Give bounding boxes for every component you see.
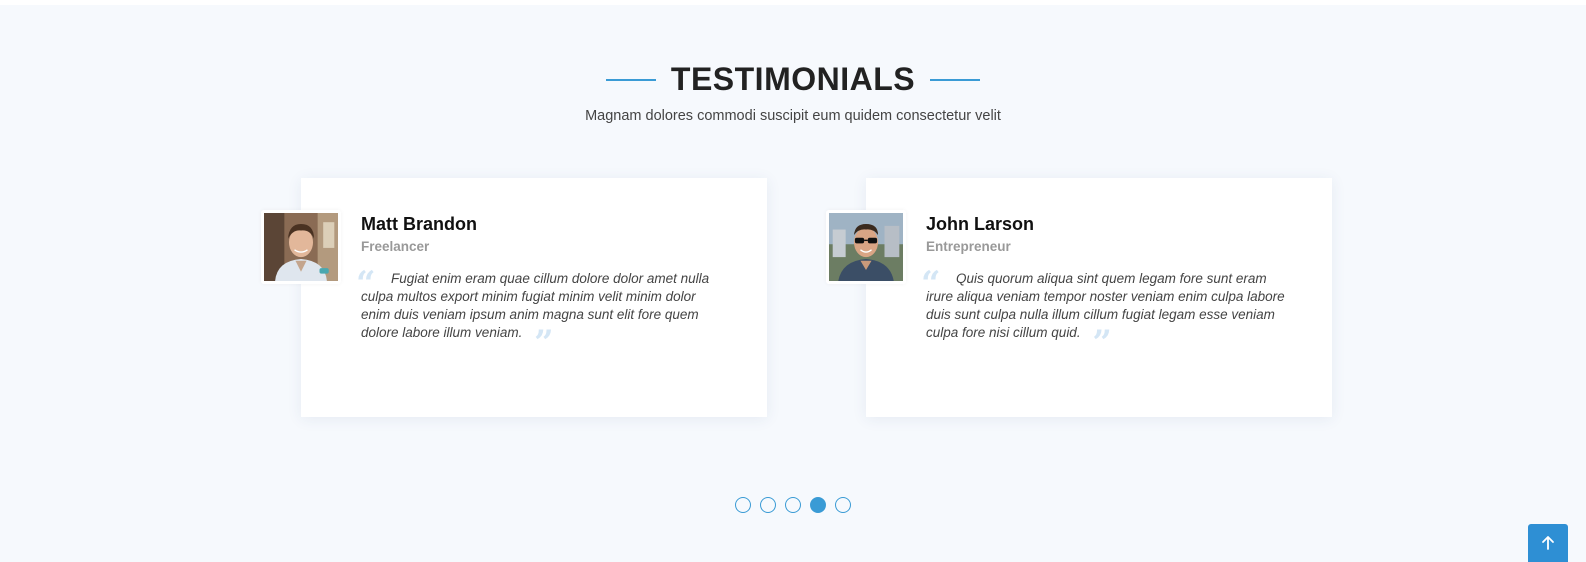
arrow-up-icon: [1542, 536, 1554, 550]
title-divider-right: [930, 78, 981, 81]
testimonial-card: Matt Brandon Freelancer “ Fugiat enim er…: [261, 178, 767, 417]
pagination-dot-1[interactable]: [735, 497, 751, 513]
pagination-dot-3[interactable]: [785, 497, 801, 513]
avatar-image: [264, 213, 338, 281]
pagination-dot-5[interactable]: [835, 497, 851, 513]
testimonial-name: Matt Brandon: [361, 214, 477, 234]
testimonials-section: TESTIMONIALS Magnam dolores commodi susc…: [0, 5, 1586, 562]
testimonial-name: John Larson: [926, 214, 1035, 234]
testimonial-role: Entrepreneur: [926, 239, 1011, 254]
title-divider-left: [605, 78, 656, 81]
testimonial-role: Freelancer: [361, 239, 430, 254]
testimonial-quote-block: “ Quis quorum aliqua sint quem legam for…: [921, 264, 1285, 364]
section-header: TESTIMONIALS: [0, 61, 1586, 98]
avatar-image: [829, 213, 903, 281]
back-to-top-button[interactable]: [1528, 524, 1568, 562]
section-title: TESTIMONIALS: [670, 61, 916, 97]
pagination-dot-2[interactable]: [760, 497, 776, 513]
avatar: [826, 210, 906, 284]
testimonial-card: John Larson Entrepreneur “ Quis quorum a…: [826, 178, 1332, 417]
avatar: [261, 210, 341, 284]
testimonial-quote-block: “ Fugiat enim eram quae cillum dolore do…: [356, 264, 710, 364]
pagination-dot-4[interactable]: [810, 497, 826, 513]
carousel-pagination: [0, 497, 1586, 513]
section-subtitle: Magnam dolores commodi suscipit eum quid…: [585, 108, 1001, 124]
